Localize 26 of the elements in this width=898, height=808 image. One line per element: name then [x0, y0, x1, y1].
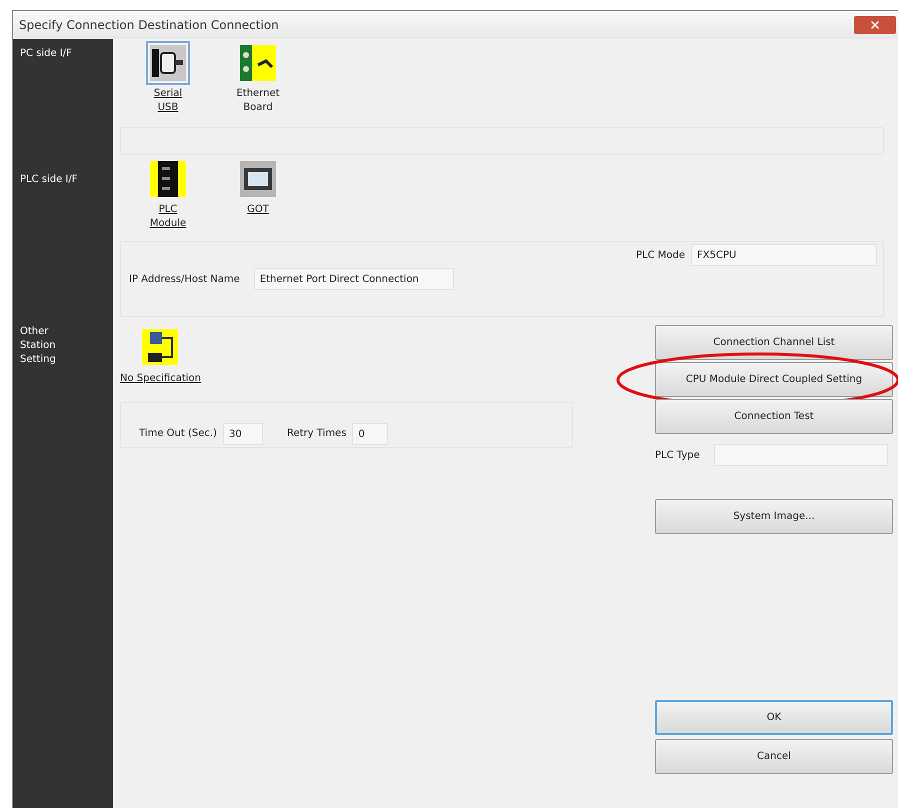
timeout-label: Time Out (Sec.) [139, 427, 217, 441]
timeout-field[interactable]: 30 [222, 423, 263, 445]
section-label: PC side I/F [20, 47, 73, 61]
window-title: Specify Connection Destination Connection [19, 17, 279, 34]
action-button[interactable]: CPU Module Direct Coupled Setting [655, 362, 893, 397]
action-button[interactable]: Connection Channel List [655, 325, 893, 360]
plc-mode-field[interactable]: FX5CPU [691, 244, 877, 266]
option-link[interactable]: No Specification [120, 371, 201, 386]
plc-type-label: PLC Type [655, 448, 700, 462]
close-icon [869, 19, 881, 31]
option-label[interactable]: PLC Module [143, 203, 193, 231]
retry-field[interactable]: 0 [352, 423, 388, 445]
ip-address-field[interactable]: Ethernet Port Direct Connection [254, 268, 454, 290]
action-button[interactable]: Connection Test [655, 399, 893, 434]
option-label[interactable]: GOT [233, 203, 283, 217]
plc-mode-label: PLC Mode [636, 248, 685, 262]
ip-address-label: IP Address/Host Name [129, 272, 240, 286]
dialog-button[interactable]: Cancel [655, 739, 893, 774]
option-label[interactable]: Ethernet Board [233, 87, 283, 115]
close-button[interactable] [854, 16, 896, 34]
retry-label: Retry Times [286, 427, 346, 441]
section-label: Other Station Setting [20, 325, 57, 367]
system-image-button[interactable]: System Image... [655, 499, 893, 534]
section-label: PLC side I/F [20, 173, 78, 187]
dialog-button[interactable]: OK [655, 700, 893, 735]
option-label[interactable]: Serial USB [143, 87, 193, 115]
